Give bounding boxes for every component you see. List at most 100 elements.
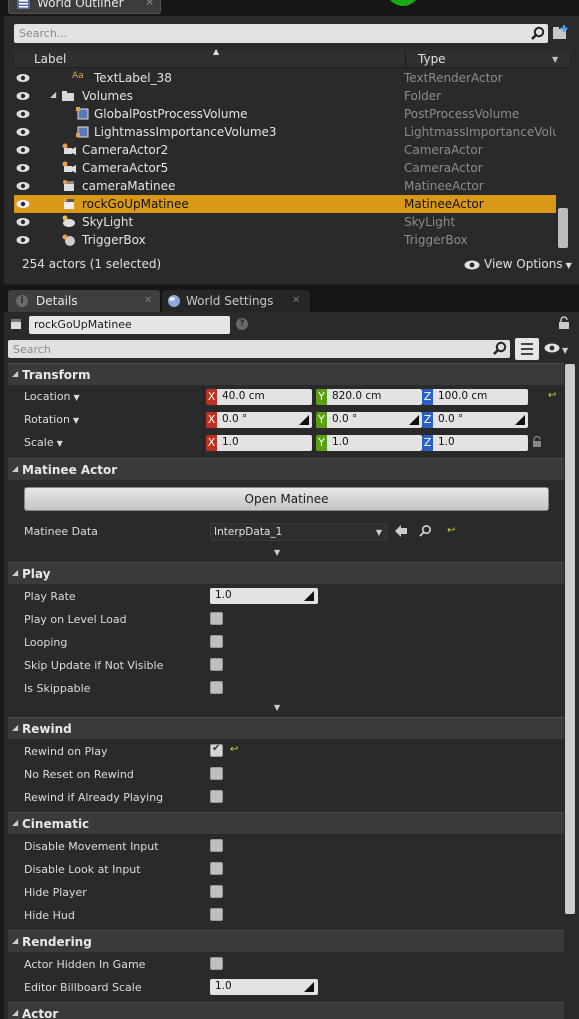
- rewind-if-playing-checkbox[interactable]: [210, 790, 223, 803]
- property-label[interactable]: Rotation ▼: [24, 413, 79, 426]
- scale-x-field[interactable]: X 1.0: [206, 435, 312, 451]
- close-icon[interactable]: ✕: [144, 295, 152, 306]
- category-matinee-actor[interactable]: ◢ Matinee Actor: [8, 458, 564, 480]
- eye-icon: [544, 343, 560, 353]
- billboard-scale-field[interactable]: 1.0: [210, 979, 318, 995]
- chevron-down-icon[interactable]: ▼: [552, 55, 558, 64]
- details-scrollbar[interactable]: [565, 364, 575, 914]
- category-actor[interactable]: ◢ Actor: [8, 1002, 564, 1019]
- column-divider[interactable]: [203, 408, 204, 431]
- details-search[interactable]: [8, 340, 510, 358]
- tree-row[interactable]: LightmassImportanceVolume3 LightmassImpo…: [14, 123, 556, 141]
- location-x-field[interactable]: X 40.0 cm: [206, 389, 312, 405]
- column-divider[interactable]: [203, 431, 204, 454]
- outliner-search[interactable]: [14, 24, 548, 43]
- use-selected-arrow-icon[interactable]: [395, 525, 407, 537]
- actor-type: Folder: [404, 89, 442, 103]
- property-billboard-scale: Editor Billboard Scale 1.0: [8, 976, 564, 999]
- create-folder-icon[interactable]: [552, 24, 570, 42]
- visibility-eye-icon[interactable]: [16, 199, 30, 209]
- column-divider[interactable]: [203, 385, 204, 408]
- reset-to-default-icon[interactable]: ↩: [548, 390, 556, 401]
- rotation-y-field[interactable]: Y 0.0 °: [316, 412, 422, 428]
- outliner-scrollbar[interactable]: [558, 208, 568, 248]
- outliner-search-input[interactable]: [14, 24, 514, 43]
- advanced-expand-icon[interactable]: ▼: [274, 703, 280, 712]
- rewind-on-play-checkbox[interactable]: [210, 743, 223, 757]
- tree-row[interactable]: cameraMatinee MatineeActor: [14, 177, 556, 195]
- actor-type: CameraActor: [404, 143, 483, 157]
- disable-movement-checkbox[interactable]: [210, 839, 223, 852]
- visibility-eye-icon[interactable]: [16, 109, 30, 119]
- scale-z-field[interactable]: Z 1.0: [422, 435, 528, 451]
- category-cinematic[interactable]: ◢ Cinematic: [8, 812, 564, 834]
- tree-row[interactable]: ◢ Volumes Folder: [14, 87, 556, 105]
- property-location: Location ▼ X 40.0 cm Y 820.0 cm Z 100.0 cm ↩: [8, 385, 564, 408]
- property-label: Is Skippable: [24, 682, 91, 695]
- actor-label: cameraMatinee: [82, 179, 176, 193]
- visibility-eye-icon[interactable]: [16, 73, 30, 83]
- tree-row[interactable]: GlobalPostProcessVolume PostProcessVolum…: [14, 105, 556, 123]
- tree-row[interactable]: Aa TextLabel_38 TextRenderActor: [14, 69, 556, 87]
- visibility-eye-icon[interactable]: [16, 127, 30, 137]
- lock-icon[interactable]: [558, 316, 570, 330]
- tab-world-outliner[interactable]: World Outliner ✕: [8, 0, 161, 14]
- category-title: Cinematic: [22, 817, 90, 831]
- view-options-dropdown[interactable]: ▼: [544, 343, 568, 356]
- close-icon[interactable]: ✕: [145, 0, 154, 9]
- tree-row-selected[interactable]: rockGoUpMatinee MatineeActor: [14, 195, 556, 213]
- visibility-eye-icon[interactable]: [16, 181, 30, 191]
- visibility-eye-icon[interactable]: [16, 235, 30, 245]
- details-search-input[interactable]: [8, 340, 478, 358]
- no-reset-on-rewind-checkbox[interactable]: [210, 767, 223, 780]
- actor-name-field[interactable]: rockGoUpMatinee: [29, 316, 230, 334]
- matinee-data-combo[interactable]: InterpData_1 ▼: [210, 523, 387, 541]
- visibility-eye-icon[interactable]: [16, 217, 30, 227]
- tab-world-settings[interactable]: World Settings ✕: [162, 290, 310, 312]
- rotation-x-field[interactable]: X 0.0 °: [206, 412, 312, 428]
- category-play[interactable]: ◢ Play: [8, 562, 564, 584]
- column-label-header[interactable]: Label: [34, 52, 66, 66]
- column-type-header[interactable]: Type: [418, 52, 446, 66]
- visibility-eye-icon[interactable]: [16, 145, 30, 155]
- disable-look-checkbox[interactable]: [210, 862, 223, 875]
- tree-row[interactable]: SkyLight SkyLight: [14, 213, 556, 231]
- view-options-button[interactable]: View Options ▼: [464, 257, 572, 271]
- category-rendering[interactable]: ◢ Rendering: [8, 930, 564, 952]
- actor-hidden-checkbox[interactable]: [210, 957, 223, 970]
- hide-hud-checkbox[interactable]: [210, 908, 223, 921]
- help-icon[interactable]: ?: [236, 318, 248, 330]
- expand-arrow-icon[interactable]: ◢: [50, 90, 56, 99]
- outliner-tab-bar: World Outliner ✕: [0, 0, 579, 16]
- property-label[interactable]: Location ▼: [24, 390, 80, 403]
- reset-to-default-icon[interactable]: ↩: [230, 744, 238, 755]
- tab-details[interactable]: i Details ✕: [8, 290, 160, 312]
- tree-row[interactable]: TriggerBox TriggerBox: [14, 231, 556, 249]
- hide-player-checkbox[interactable]: [210, 885, 223, 898]
- play-on-level-load-checkbox[interactable]: [210, 612, 223, 625]
- property-label: No Reset on Rewind: [24, 768, 134, 781]
- tree-row[interactable]: CameraActor5 CameraActor: [14, 159, 556, 177]
- play-rate-field[interactable]: 1.0: [210, 588, 318, 604]
- is-skippable-checkbox[interactable]: [210, 681, 223, 694]
- property-matrix-button[interactable]: [515, 338, 539, 360]
- category-transform[interactable]: ◢ Transform: [8, 363, 564, 385]
- location-y-field[interactable]: Y 820.0 cm: [316, 389, 422, 405]
- close-icon[interactable]: ✕: [292, 295, 300, 306]
- visibility-eye-icon[interactable]: [16, 163, 30, 173]
- rotation-z-field[interactable]: Z 0.0 °: [422, 412, 528, 428]
- reset-to-default-icon[interactable]: ↩: [447, 525, 455, 536]
- browse-search-icon[interactable]: [419, 524, 432, 537]
- skip-update-checkbox[interactable]: [210, 658, 223, 671]
- property-label[interactable]: Scale ▼: [24, 436, 63, 449]
- open-matinee-button[interactable]: Open Matinee: [24, 487, 549, 511]
- tree-row[interactable]: CameraActor2 CameraActor: [14, 141, 556, 159]
- lock-icon[interactable]: [532, 436, 542, 448]
- category-rewind[interactable]: ◢ Rewind: [8, 717, 564, 739]
- scale-y-field[interactable]: Y 1.0: [316, 435, 422, 451]
- visibility-eye-icon[interactable]: [16, 91, 30, 101]
- advanced-expand-icon[interactable]: ▼: [274, 548, 280, 557]
- column-divider[interactable]: [405, 50, 406, 68]
- looping-checkbox[interactable]: [210, 635, 223, 648]
- location-z-field[interactable]: Z 100.0 cm: [422, 389, 528, 405]
